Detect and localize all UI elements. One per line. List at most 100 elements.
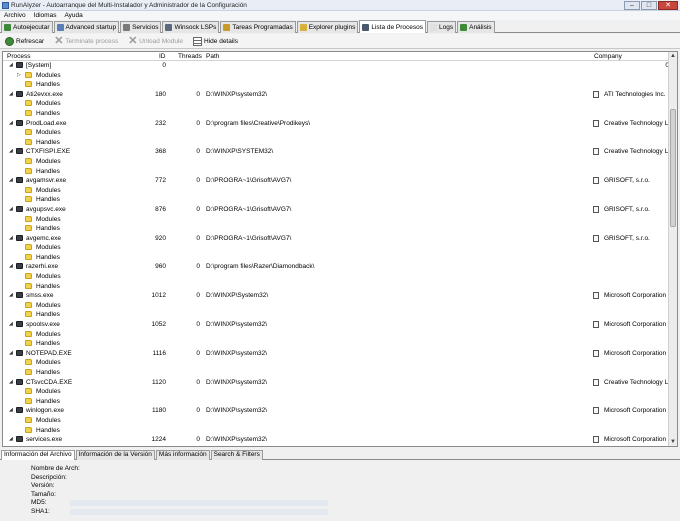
- process-row[interactable]: ◢ services.exe 1224 0 D:\WINXP\system32\ Micr…: [3, 435, 669, 445]
- menu-archivo[interactable]: Archivo: [4, 11, 26, 20]
- tab-tareas-programadas[interactable]: Tareas Programadas: [220, 21, 296, 33]
- info-tab-search-filters[interactable]: Search & Filters: [210, 450, 263, 460]
- tree-child-row[interactable]: Modules: [3, 128, 669, 138]
- tree-child-row[interactable]: Handles: [3, 253, 669, 263]
- maximize-button[interactable]: □: [641, 1, 657, 10]
- info-tab-informaci-n-del-archivo[interactable]: Información del Archivo: [1, 450, 75, 460]
- process-row[interactable]: ◢ CTXFISPI.EXE 368 0 D:\WINXP\SYSTEM32\ Creat…: [3, 147, 674, 157]
- process-row[interactable]: ◢ smss.exe 1012 0 D:\WINXP\System32\ Microsof…: [3, 291, 669, 301]
- expander-icon[interactable]: ▷: [17, 72, 21, 78]
- tree-node-label: Modules: [36, 273, 61, 281]
- expander-icon[interactable]: ◢: [9, 407, 13, 413]
- hide-details-button[interactable]: Hide details: [193, 36, 238, 46]
- process-icon: [16, 321, 23, 328]
- process-row[interactable]: ◢ Ati2evxx.exe 180 0 D:\WINXP\system32\ ATI T…: [3, 90, 669, 100]
- tab-advanced-startup[interactable]: Advanced startup: [53, 21, 120, 33]
- process-row[interactable]: ◢ avgamsvr.exe 772 0 D:\PROGRA~1\Grisoft\AVG…: [3, 176, 669, 186]
- process-row[interactable]: ◢ avgupsvc.exe 876 0 D:\PROGRA~1\Grisoft\AVG…: [3, 205, 669, 215]
- expander-icon[interactable]: ◢: [9, 177, 13, 183]
- tree-child-row[interactable]: Handles: [3, 167, 669, 177]
- tab-servicios[interactable]: Servicios: [120, 21, 162, 33]
- tab-explorer-plugins[interactable]: Explorer plugins: [296, 21, 359, 33]
- process-row[interactable]: ◢ spoolsv.exe 1052 0 D:\WINXP\system32\ Micro…: [3, 320, 669, 330]
- expander-icon[interactable]: ◢: [9, 436, 13, 442]
- process-company: GRISOFT, s.r.o.: [604, 205, 650, 213]
- tree-child-row[interactable]: Modules: [3, 243, 669, 253]
- folder-icon: [25, 100, 32, 107]
- menu-ayuda[interactable]: Ayuda: [64, 11, 82, 20]
- tree-child-row[interactable]: Handles: [3, 109, 669, 119]
- process-row[interactable]: ◢ CTsvcCDA.EXE 1120 0 D:\WINXP\system32\ Crea…: [3, 378, 674, 388]
- process-row[interactable]: ◢ winlogon.exe 1180 0 D:\WINXP\system32\ Micr…: [3, 406, 669, 416]
- menu-idiomas[interactable]: Idiomas: [34, 11, 57, 20]
- expander-icon[interactable]: ◢: [9, 263, 13, 269]
- expander-icon[interactable]: ◢: [9, 206, 13, 212]
- info-tab-m-s-informaci-n[interactable]: Más información: [155, 450, 210, 460]
- column-id[interactable]: ID: [159, 53, 166, 60]
- expander-icon[interactable]: ◢: [9, 379, 13, 385]
- process-row[interactable]: ◢ NOTEPAD.EXE 1116 0 D:\WINXP\system32\ Micro…: [3, 349, 669, 359]
- process-list[interactable]: Process ID Threads Path Company ◢ [System…: [2, 51, 678, 447]
- expander-icon[interactable]: ◢: [9, 148, 13, 154]
- process-id: 920: [155, 234, 166, 242]
- refresh-button[interactable]: Refrescar: [5, 36, 44, 46]
- process-row[interactable]: ◢ razerhi.exe 960 0 D:\program files\Razer\D…: [3, 262, 669, 272]
- close-button[interactable]: ✕: [658, 1, 678, 10]
- expander-icon[interactable]: ◢: [9, 91, 13, 97]
- expander-icon[interactable]: ◢: [9, 292, 13, 298]
- tree-node-label: Modules: [36, 359, 61, 367]
- tree-child-row[interactable]: ▷ Modules: [3, 71, 669, 81]
- expander-icon[interactable]: ◢: [9, 321, 13, 327]
- tree-child-row[interactable]: Handles: [3, 282, 669, 292]
- tree-child-row[interactable]: Handles: [3, 138, 669, 148]
- tree-child-row[interactable]: Modules: [3, 358, 669, 368]
- expander-icon[interactable]: ◢: [9, 350, 13, 356]
- scroll-down-icon[interactable]: ▼: [669, 438, 677, 446]
- tree-child-row[interactable]: Modules: [3, 272, 669, 282]
- info-field-row: Versión:: [0, 482, 680, 490]
- tree-child-row[interactable]: Modules: [3, 99, 669, 109]
- tree-child-row[interactable]: Modules: [3, 387, 669, 397]
- column-threads[interactable]: Threads: [178, 53, 202, 60]
- minimize-button[interactable]: –: [624, 1, 640, 10]
- tab-lista-de-procesos[interactable]: Lista de Procesos: [359, 20, 426, 33]
- info-tab-informaci-n-de-la-versi-n[interactable]: Información de la Versión: [75, 450, 155, 460]
- tree-node-label: Handles: [36, 225, 60, 233]
- column-company[interactable]: Company: [594, 53, 622, 60]
- tab-autoejecutar[interactable]: Autoejecutar: [1, 21, 53, 33]
- expander-icon[interactable]: ◢: [9, 235, 13, 241]
- folder-icon: [25, 311, 32, 318]
- tree-child-row[interactable]: Modules: [3, 186, 669, 196]
- process-company: Microsoft Corporation: [604, 292, 667, 300]
- tree-child-row[interactable]: Handles: [3, 426, 669, 436]
- terminate-process-button[interactable]: ✕ Terminate process: [54, 35, 118, 46]
- tree-child-row[interactable]: Modules: [3, 301, 669, 311]
- scroll-up-icon[interactable]: ▲: [669, 52, 677, 60]
- expander-icon[interactable]: ◢: [9, 120, 13, 126]
- column-path[interactable]: Path: [206, 53, 219, 60]
- unload-module-button[interactable]: ✕ Unload Module: [128, 34, 183, 47]
- tab-winsock-lsps[interactable]: Winsock LSPs: [162, 21, 220, 33]
- expander-icon[interactable]: ◢: [9, 62, 13, 68]
- process-icon: [16, 62, 23, 68]
- tree-child-row[interactable]: Modules: [3, 157, 669, 167]
- tree-child-row[interactable]: Modules: [3, 416, 669, 426]
- tree-child-row[interactable]: Handles: [3, 195, 669, 205]
- scrollbar-thumb[interactable]: [670, 109, 676, 227]
- process-row[interactable]: ◢ avgemc.exe 920 0 D:\PROGRA~1\Grisoft\AVG7\…: [3, 234, 669, 244]
- process-row[interactable]: ◢ [System] 0 0: [3, 61, 669, 71]
- tab-logs[interactable]: Logs: [427, 21, 457, 33]
- tree-child-row[interactable]: Handles: [3, 397, 669, 407]
- close-icon: ✕: [128, 34, 138, 47]
- process-row[interactable]: ◢ ProdLoad.exe 232 0 D:\program files\Creati…: [3, 119, 674, 129]
- tree-child-row[interactable]: Handles: [3, 368, 669, 378]
- vertical-scrollbar[interactable]: ▲ ▼: [668, 52, 677, 446]
- tree-child-row[interactable]: Handles: [3, 80, 669, 90]
- tree-child-row[interactable]: Handles: [3, 224, 669, 234]
- tree-child-row[interactable]: Handles: [3, 310, 669, 320]
- column-process[interactable]: Process: [7, 53, 30, 60]
- tree-child-row[interactable]: Handles: [3, 339, 669, 349]
- tab-an-lisis[interactable]: Análisis: [457, 21, 495, 33]
- tree-child-row[interactable]: Modules: [3, 215, 669, 225]
- tree-child-row[interactable]: Modules: [3, 330, 669, 340]
